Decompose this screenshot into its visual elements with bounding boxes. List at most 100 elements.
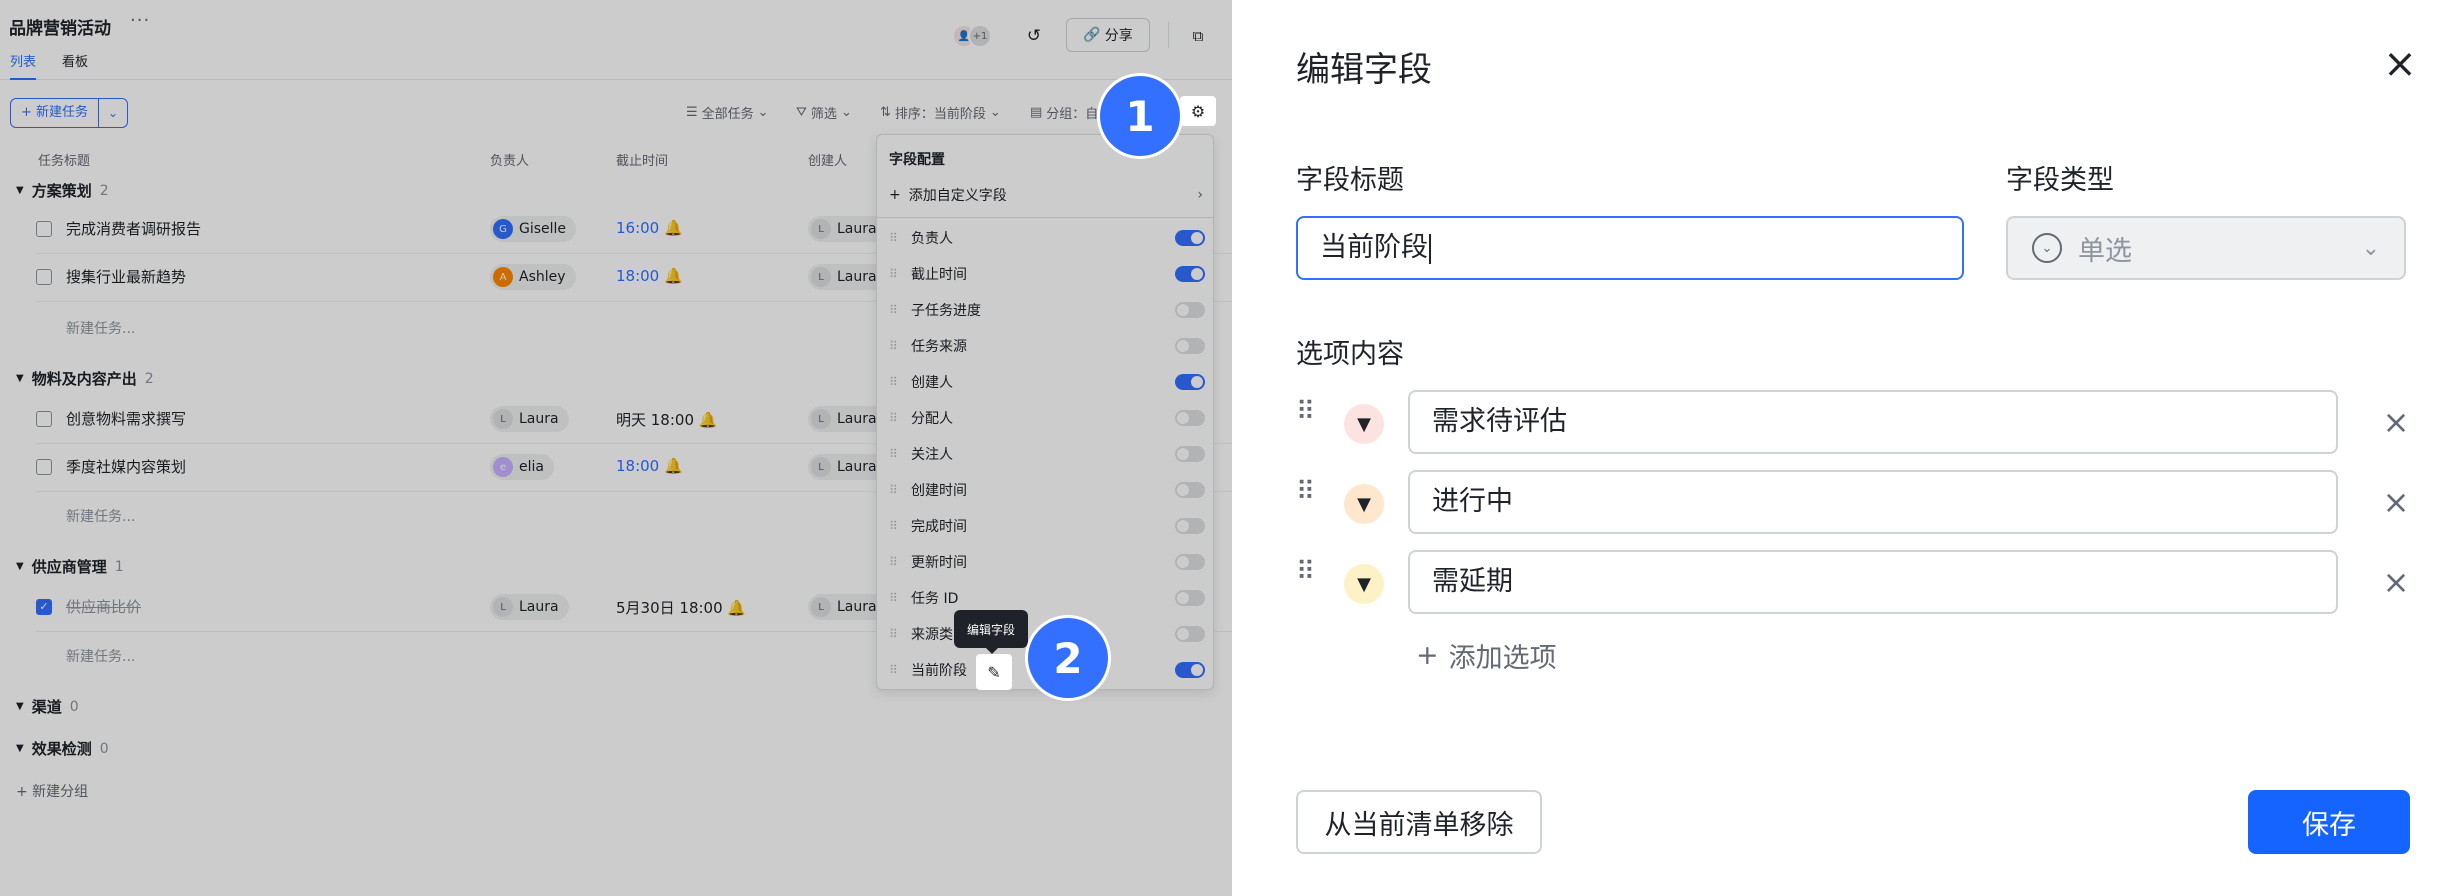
drag-icon[interactable]: ⠿ [889, 267, 911, 281]
field-toggle[interactable] [1175, 266, 1205, 282]
drag-icon[interactable]: ⠿ [889, 231, 911, 245]
due-time[interactable]: 16:00 🔔 [616, 219, 683, 237]
task-title[interactable]: 供应商比价 [66, 596, 141, 617]
assignee-pill[interactable]: L Laura [490, 594, 569, 620]
group-button[interactable]: ▤ 分组：自 [1030, 102, 1098, 122]
drag-icon[interactable]: ⠿ [889, 627, 911, 641]
drag-icon[interactable]: ⠿ [889, 447, 911, 461]
option-color-picker[interactable]: ▼ [1344, 404, 1384, 444]
group-header[interactable]: ▼ 渠道 0 [16, 696, 79, 717]
option-color-picker[interactable]: ▼ [1344, 564, 1384, 604]
drag-icon[interactable]: ⠿ [889, 519, 911, 533]
task-checkbox[interactable] [36, 459, 52, 475]
field-toggle[interactable] [1175, 338, 1205, 354]
sort-button[interactable]: ⇅ 排序：当前阶段 ⌄ [880, 102, 1001, 122]
group-header[interactable]: ▼ 效果检测 0 [16, 738, 109, 759]
new-task-row[interactable]: 新建任务... [66, 646, 135, 666]
add-custom-field-button[interactable]: + 添加自定义字段 › [889, 185, 1203, 205]
field-toggle[interactable] [1175, 518, 1205, 534]
popout-icon[interactable]: ⧉ [1186, 24, 1210, 48]
history-icon[interactable]: ↺ [1020, 22, 1048, 50]
group-header[interactable]: ▼ 物料及内容产出 2 [16, 368, 154, 389]
option-input[interactable]: 进行中 [1408, 470, 2338, 534]
field-row[interactable]: ⠿ 更新时间 [889, 547, 1205, 577]
field-row[interactable]: ⠿ 任务 ID [889, 583, 1205, 613]
group-name: 供应商管理 [31, 558, 107, 576]
remove-from-list-button[interactable]: 从当前清单移除 [1296, 790, 1542, 854]
field-row[interactable]: ⠿ 子任务进度 [889, 295, 1205, 325]
due-time[interactable]: 5月30日 18:00 🔔 [616, 597, 746, 618]
add-option-button[interactable]: + 添加选项 [1416, 636, 1557, 675]
task-title[interactable]: 搜集行业最新趋势 [66, 266, 186, 287]
due-time[interactable]: 明天 18:00 🔔 [616, 409, 717, 430]
option-color-picker[interactable]: ▼ [1344, 484, 1384, 524]
field-row[interactable]: ⠿ 创建时间 [889, 475, 1205, 505]
drag-icon[interactable]: ⠿ [889, 663, 911, 677]
drag-icon[interactable]: ⠿ [889, 555, 911, 569]
task-title[interactable]: 季度社媒内容策划 [66, 456, 186, 477]
drag-icon[interactable]: ⠿ [889, 303, 911, 317]
field-toggle[interactable] [1175, 302, 1205, 318]
task-title[interactable]: 完成消费者调研报告 [66, 218, 201, 239]
field-toggle[interactable] [1175, 482, 1205, 498]
more-icon[interactable]: ··· [130, 10, 150, 31]
field-row[interactable]: ⠿ 分配人 [889, 403, 1205, 433]
task-checkbox[interactable] [36, 221, 52, 237]
settings-icon[interactable]: ⚙ [1180, 96, 1216, 126]
tab-list[interactable]: 列表 [10, 51, 37, 80]
drag-icon[interactable]: ⠿ [889, 339, 911, 353]
share-button[interactable]: 🔗 分享 [1066, 18, 1150, 52]
field-row[interactable]: ⠿ 负责人 [889, 223, 1205, 253]
close-icon[interactable]: × [2376, 482, 2416, 522]
close-icon[interactable]: × [2376, 562, 2416, 602]
assignee-pill[interactable]: e elia [490, 454, 554, 480]
all-tasks-filter[interactable]: ☰ 全部任务 ⌄ [686, 102, 769, 122]
drag-icon[interactable]: ⠿ [889, 411, 911, 425]
assignee-pill[interactable]: G Giselle [490, 216, 577, 242]
field-toggle[interactable] [1175, 230, 1205, 246]
task-checkbox[interactable] [36, 269, 52, 285]
drag-icon[interactable]: ⠿ [889, 483, 911, 497]
group-header[interactable]: ▼ 方案策划 2 [16, 180, 109, 201]
field-title-input[interactable]: 当前阶段 [1296, 216, 1964, 280]
drag-icon[interactable]: ⠿ [889, 375, 911, 389]
close-icon[interactable]: × [2376, 402, 2416, 442]
field-row[interactable]: ⠿ 关注人 [889, 439, 1205, 469]
new-task-button[interactable]: + 新建任务 [11, 99, 100, 127]
due-time[interactable]: 18:00 🔔 [616, 457, 683, 475]
field-row[interactable]: ⠿ 创建人 [889, 367, 1205, 397]
due-time[interactable]: 18:00 🔔 [616, 267, 683, 285]
field-row[interactable]: ⠿ 截止时间 [889, 259, 1205, 289]
edit-icon[interactable]: ✎ [976, 654, 1012, 690]
save-button[interactable]: 保存 [2248, 790, 2410, 854]
task-checkbox-checked[interactable]: ✓ [36, 599, 52, 615]
option-input[interactable]: 需延期 [1408, 550, 2338, 614]
tab-board[interactable]: 看板 [62, 51, 88, 80]
group-header[interactable]: ▼ 供应商管理 1 [16, 556, 124, 577]
field-toggle[interactable] [1175, 590, 1205, 606]
assignee-pill[interactable]: A Ashley [490, 264, 576, 290]
new-task-row[interactable]: 新建任务... [66, 318, 135, 338]
field-toggle[interactable] [1175, 662, 1205, 678]
field-row[interactable]: ⠿ 任务来源 [889, 331, 1205, 361]
task-title[interactable]: 创意物料需求撰写 [66, 408, 186, 429]
drag-icon[interactable]: ⠿ [1296, 559, 1320, 585]
filter-button[interactable]: ⛛ 筛选 ⌄ [796, 102, 852, 122]
field-toggle[interactable] [1175, 554, 1205, 570]
field-toggle[interactable] [1175, 410, 1205, 426]
assignee-pill[interactable]: L Laura [490, 406, 569, 432]
close-icon[interactable]: × [2380, 44, 2420, 84]
new-task-row[interactable]: 新建任务... [66, 506, 135, 526]
drag-icon[interactable]: ⠿ [889, 591, 911, 605]
new-group-button[interactable]: + 新建分组 [16, 781, 88, 801]
drag-icon[interactable]: ⠿ [1296, 399, 1320, 425]
chevron-down-icon[interactable]: ⌄ [99, 99, 127, 127]
field-toggle[interactable] [1175, 446, 1205, 462]
option-input[interactable]: 需求待评估 [1408, 390, 2338, 454]
drag-icon[interactable]: ⠿ [1296, 479, 1320, 505]
task-checkbox[interactable] [36, 411, 52, 427]
field-toggle[interactable] [1175, 374, 1205, 390]
field-row[interactable]: ⠿ 完成时间 [889, 511, 1205, 541]
field-toggle[interactable] [1175, 626, 1205, 642]
member-avatars[interactable]: 👤 +1 [952, 24, 992, 48]
